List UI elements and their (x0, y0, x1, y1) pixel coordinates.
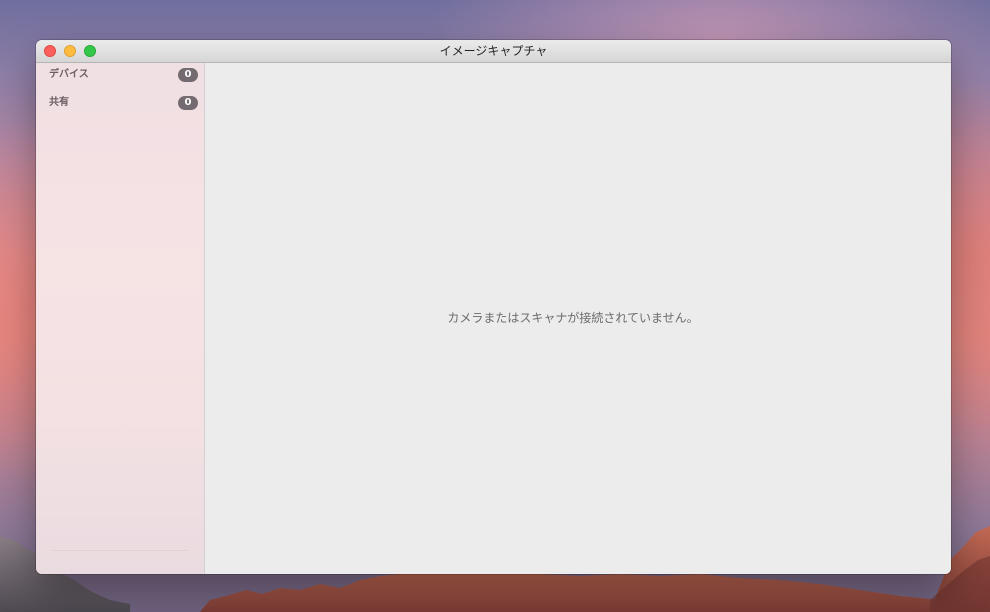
main-content-area: カメラまたはスキャナが接続されていません。 (205, 63, 951, 574)
sidebar-item-label: 共有 (49, 97, 69, 108)
window-titlebar[interactable]: イメージキャプチャ (36, 40, 951, 63)
sidebar-item-shared[interactable]: 共有 0 (36, 91, 204, 115)
sidebar-item-devices[interactable]: デバイス 0 (36, 63, 204, 87)
sidebar-divider (52, 550, 188, 551)
sidebar: デバイス 0 共有 0 (36, 63, 205, 574)
image-capture-window: イメージキャプチャ デバイス 0 共有 0 カメラまたはスキャナが接続されていま… (36, 40, 951, 574)
sidebar-item-label: デバイス (49, 69, 89, 80)
count-badge: 0 (178, 68, 198, 82)
count-badge: 0 (178, 96, 198, 110)
no-device-message: カメラまたはスキャナが接続されていません。 (447, 311, 699, 325)
window-title: イメージキャプチャ (439, 44, 548, 58)
